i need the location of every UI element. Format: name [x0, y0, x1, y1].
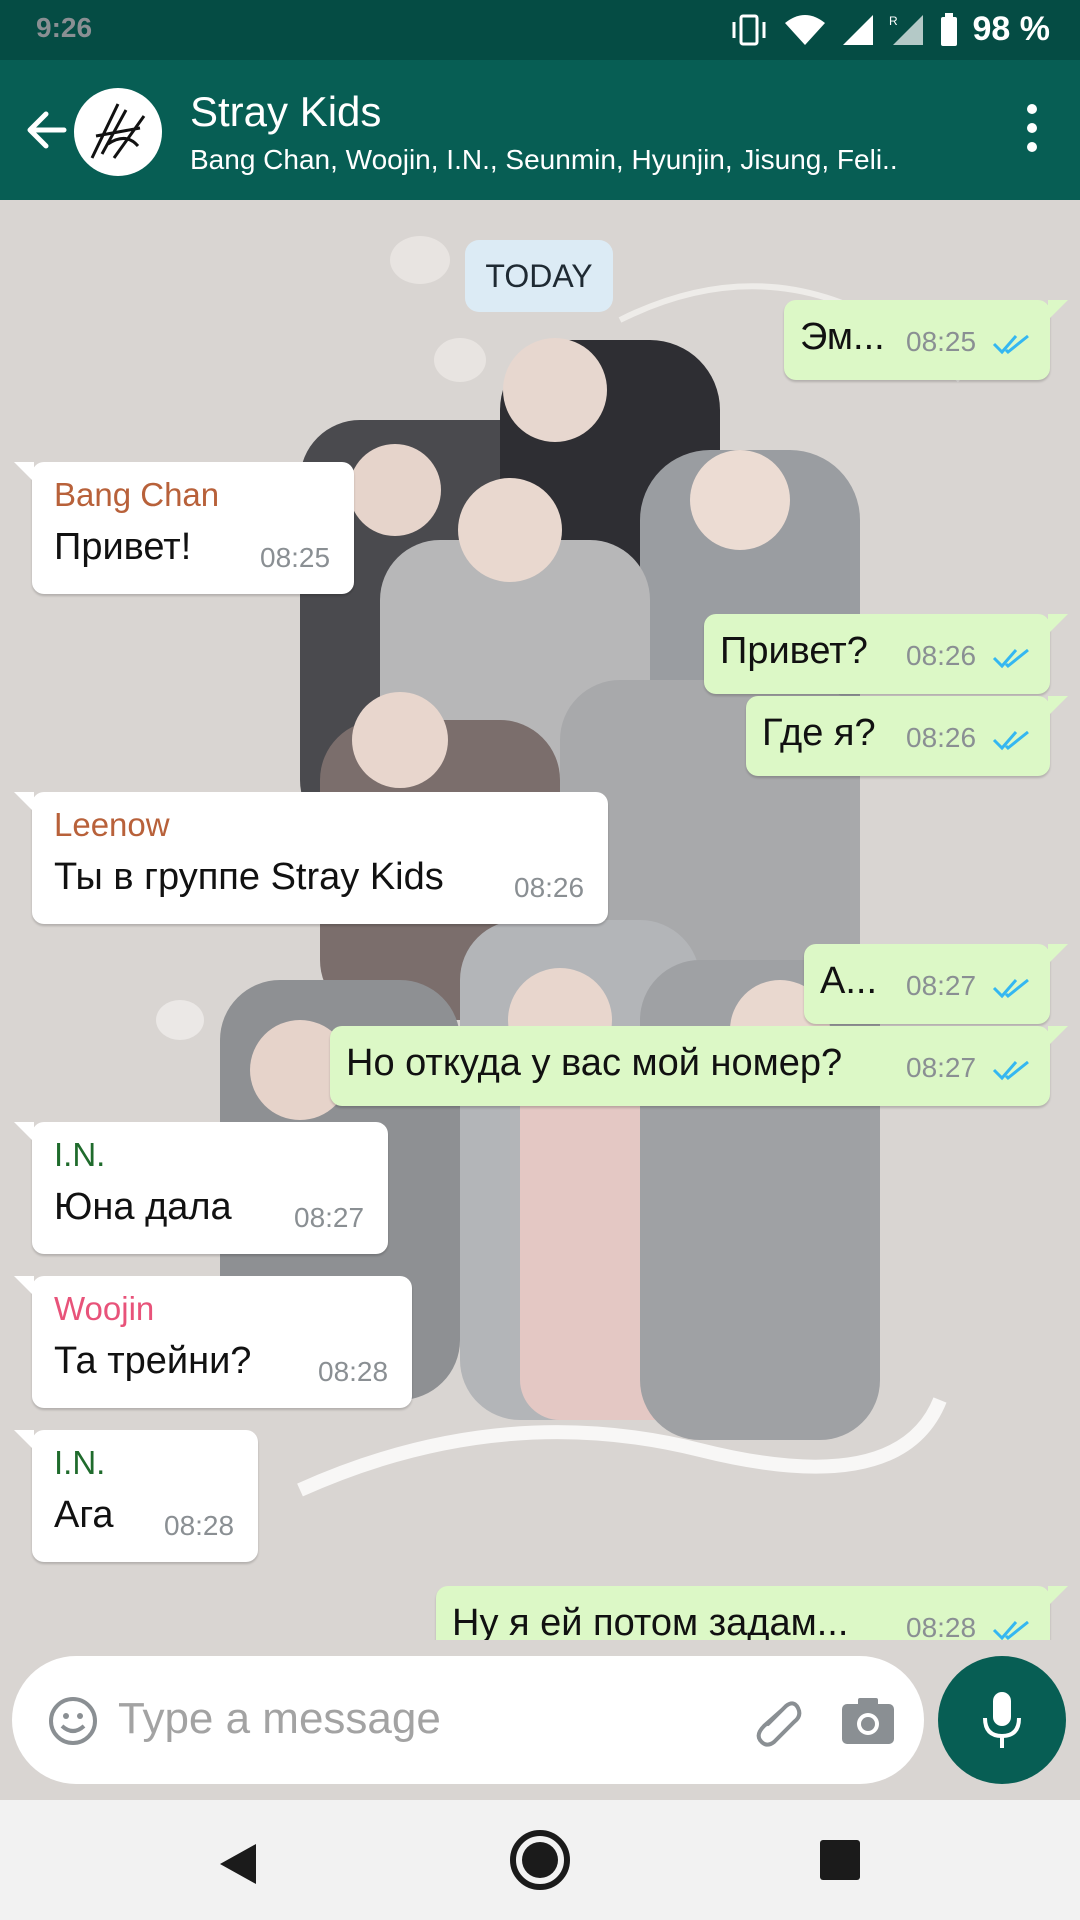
- vibrate-icon: [732, 14, 765, 45]
- status-icons: R 98 %: [729, 10, 1051, 49]
- mic-icon: [983, 1692, 1021, 1748]
- message-outgoing[interactable]: Где я? 08:26: [746, 696, 1068, 776]
- message-incoming[interactable]: I.N. Юна дала 08:27: [14, 1122, 388, 1254]
- message-text: Эм...: [800, 316, 885, 358]
- message-outgoing[interactable]: Эм... 08:25: [784, 300, 1068, 380]
- message-time: 08:27: [294, 1202, 365, 1233]
- message-sender: Leenow: [54, 806, 170, 843]
- group-logo: [90, 103, 146, 159]
- camera-icon[interactable]: [840, 1696, 896, 1746]
- message-sender: I.N.: [54, 1444, 106, 1481]
- status-bar: 9:26 R 98 %: [0, 0, 1080, 60]
- message-text: Привет?: [720, 630, 868, 672]
- read-ticks-icon: [992, 1620, 1029, 1640]
- message-time: 08:26: [514, 872, 585, 903]
- message-incoming[interactable]: Woojin Та трейни? 08:28: [14, 1276, 412, 1408]
- message-time: 08:28: [906, 1612, 977, 1640]
- nav-back-icon[interactable]: [218, 1842, 258, 1886]
- message-time: 08:26: [906, 640, 977, 671]
- wifi-icon: [784, 14, 825, 45]
- message-time: 08:27: [906, 1052, 977, 1083]
- message-composer[interactable]: Type a message: [12, 1656, 924, 1784]
- message-sender: Woojin: [54, 1290, 155, 1327]
- message-time: 08:28: [318, 1356, 389, 1387]
- read-ticks-icon: [992, 648, 1029, 669]
- message-outgoing[interactable]: Ну я ей потом задам... 08:28: [436, 1586, 1068, 1640]
- read-ticks-icon: [992, 1060, 1029, 1081]
- message-text: Та трейни?: [54, 1340, 252, 1382]
- message-sender: I.N.: [54, 1136, 106, 1173]
- signal-roaming-icon: R: [889, 14, 923, 45]
- message-text: Ну я ей потом задам...: [452, 1602, 849, 1640]
- chat-area[interactable]: TODAY Эм... 08:25 Bang Chan Привет! 08:2…: [0, 200, 1080, 1640]
- message-text: А...: [820, 960, 878, 1002]
- read-ticks-icon: [992, 978, 1029, 999]
- menu-icon[interactable]: [1024, 104, 1040, 160]
- message-time: 08:25: [906, 326, 977, 357]
- message-text: Но откуда у вас мой номер?: [346, 1042, 843, 1084]
- message-time: 08:25: [260, 542, 331, 573]
- message-incoming[interactable]: Bang Chan Привет! 08:25: [14, 462, 354, 594]
- group-title[interactable]: Stray Kids: [190, 88, 381, 136]
- mic-button[interactable]: [938, 1656, 1066, 1784]
- nav-home-icon[interactable]: [508, 1828, 572, 1892]
- message-text: Привет!: [54, 526, 192, 568]
- message-sender: Bang Chan: [54, 476, 220, 513]
- date-separator: TODAY: [465, 240, 613, 312]
- message-text: Ты в группе Stray Kids: [54, 856, 444, 898]
- status-time: 9:26: [36, 12, 93, 43]
- nav-recent-icon[interactable]: [820, 1840, 860, 1880]
- group-members[interactable]: Bang Chan, Woojin, I.N., Seunmin, Hyunji…: [190, 144, 898, 176]
- group-avatar[interactable]: [74, 88, 162, 176]
- read-ticks-icon: [992, 334, 1029, 355]
- message-time: 08:27: [906, 970, 977, 1001]
- read-ticks-icon: [992, 730, 1029, 751]
- attach-icon[interactable]: [752, 1694, 806, 1748]
- signal-icon: [842, 14, 873, 45]
- message-input[interactable]: Type a message: [118, 1694, 441, 1744]
- message-time: 08:28: [164, 1510, 235, 1541]
- emoji-icon[interactable]: [48, 1696, 98, 1746]
- message-incoming[interactable]: Leenow Ты в группе Stray Kids 08:26: [14, 792, 608, 924]
- chat-header: Stray Kids Bang Chan, Woojin, I.N., Seun…: [0, 60, 1080, 200]
- message-time: 08:26: [906, 722, 977, 753]
- battery-icon: [940, 12, 957, 46]
- back-arrow-icon[interactable]: [18, 100, 78, 160]
- svg-text:R: R: [889, 14, 898, 28]
- message-outgoing[interactable]: Но откуда у вас мой номер? 08:27: [330, 1026, 1068, 1106]
- message-incoming[interactable]: I.N. Ага 08:28: [14, 1430, 258, 1562]
- battery-level: 98 %: [972, 10, 1051, 48]
- message-text: Юна дала: [54, 1186, 232, 1228]
- message-outgoing[interactable]: Привет? 08:26: [704, 614, 1068, 694]
- system-nav-bar: [0, 1800, 1080, 1920]
- message-outgoing[interactable]: А... 08:27: [804, 944, 1068, 1024]
- message-text: Ага: [54, 1494, 114, 1536]
- message-text: Где я?: [762, 712, 876, 754]
